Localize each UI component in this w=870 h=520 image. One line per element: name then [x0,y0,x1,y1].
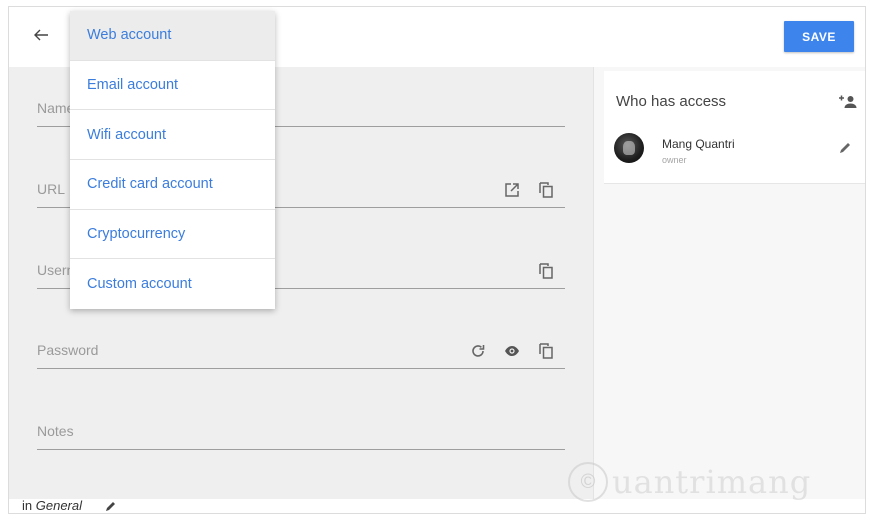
watermark: © uantrimang [568,455,838,509]
password-label: Password [37,342,99,358]
menu-item-custom-account[interactable]: Custom account [70,259,275,309]
notes-label: Notes [37,423,74,439]
name-label: Name [37,100,75,116]
add-person-icon[interactable] [838,93,858,111]
edit-pencil-icon[interactable] [838,141,854,157]
user-role: owner [662,155,687,165]
group-name: General [35,498,82,513]
url-label: URL [37,181,66,197]
user-name: Mang Quantri [662,137,735,151]
watermark-logo: © [568,462,608,502]
copy-password-icon[interactable] [537,342,555,360]
edit-group-icon[interactable] [105,499,119,513]
notes-field[interactable]: Notes [37,410,565,450]
copy-url-icon[interactable] [537,181,555,199]
access-card: Who has access Mang Quantri owner [604,71,865,184]
menu-item-credit-card-account[interactable]: Credit card account [70,160,275,210]
account-type-dropdown: Web account Email account Wifi account C… [70,11,275,309]
password-field[interactable]: Password [37,329,565,369]
back-button[interactable] [29,23,53,47]
arrow-left-icon [34,29,48,41]
access-panel: Who has access Mang Quantri owner [593,67,865,499]
menu-item-cryptocurrency[interactable]: Cryptocurrency [70,210,275,260]
footer-bar [9,499,593,513]
access-title: Who has access [616,93,727,110]
refresh-icon[interactable] [469,342,487,360]
menu-item-wifi-account[interactable]: Wifi account [70,110,275,161]
open-link-icon[interactable] [503,181,521,199]
avatar [614,133,644,163]
eye-icon[interactable] [503,342,521,360]
group-prefix: in [22,498,33,513]
group-label: in General [22,498,82,513]
watermark-text: uantrimang [612,463,812,501]
save-button[interactable]: SAVE [784,21,854,52]
menu-item-web-account[interactable]: Web account [70,11,275,61]
copy-username-icon[interactable] [537,262,555,280]
menu-item-email-account[interactable]: Email account [70,61,275,111]
